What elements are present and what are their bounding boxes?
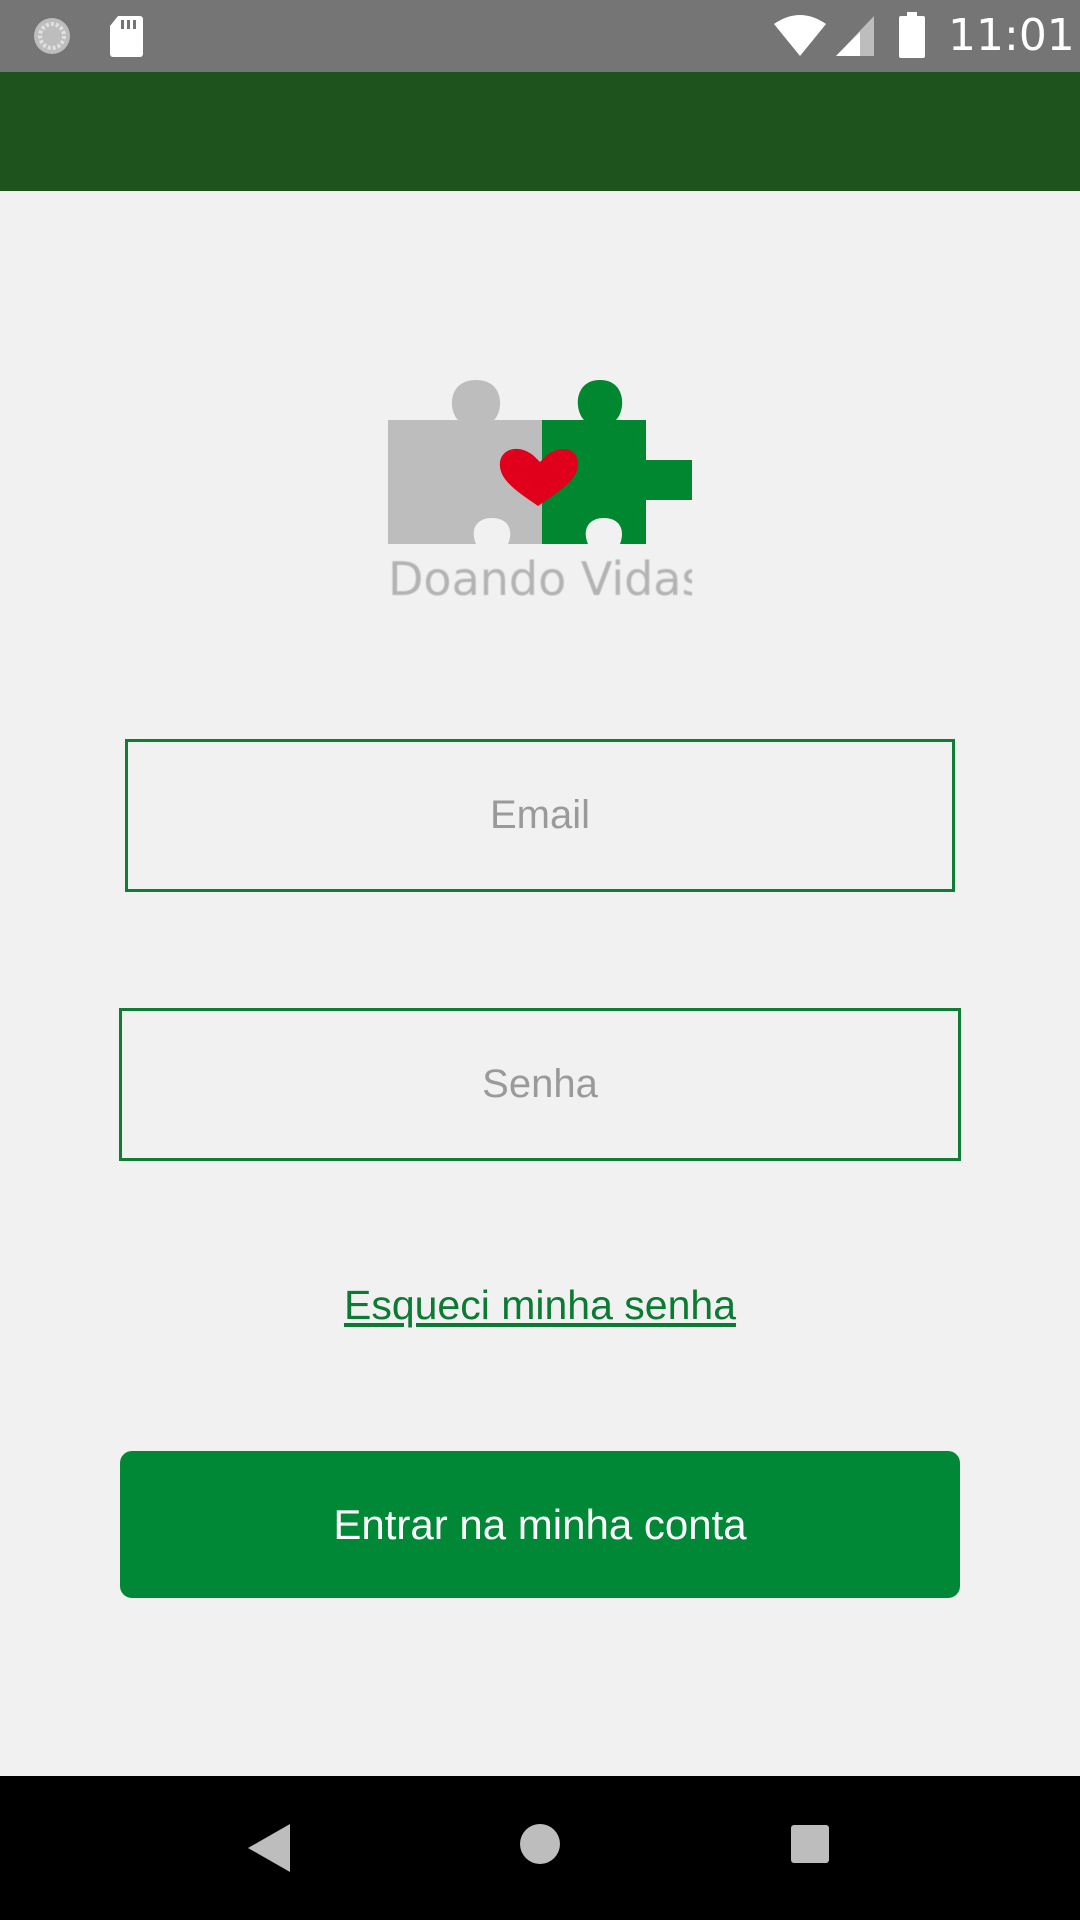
navigation-bar [0, 1776, 1080, 1920]
sd-card-icon [110, 16, 143, 57]
back-icon[interactable] [246, 1822, 292, 1874]
password-field[interactable] [119, 1008, 961, 1161]
login-screen: 11:01 Doando Vidas Esqueci minha senha E… [0, 0, 1080, 1920]
logo-text: Doando Vidas [388, 552, 692, 606]
sync-icon [34, 18, 70, 54]
forgot-password-link[interactable]: Esqueci minha senha [0, 1282, 1080, 1329]
email-field[interactable] [125, 739, 955, 892]
app-bar [0, 72, 1080, 191]
status-bar: 11:01 [0, 0, 1080, 72]
recents-icon[interactable] [790, 1824, 830, 1864]
battery-icon [899, 12, 925, 58]
home-icon[interactable] [518, 1822, 562, 1866]
wifi-icon [774, 15, 826, 56]
signal-icon [836, 16, 874, 56]
status-time: 11:01 [948, 10, 1075, 61]
app-logo: Doando Vidas [388, 380, 692, 610]
puzzle-heart-logo-icon [388, 380, 692, 544]
login-button[interactable]: Entrar na minha conta [120, 1451, 960, 1598]
